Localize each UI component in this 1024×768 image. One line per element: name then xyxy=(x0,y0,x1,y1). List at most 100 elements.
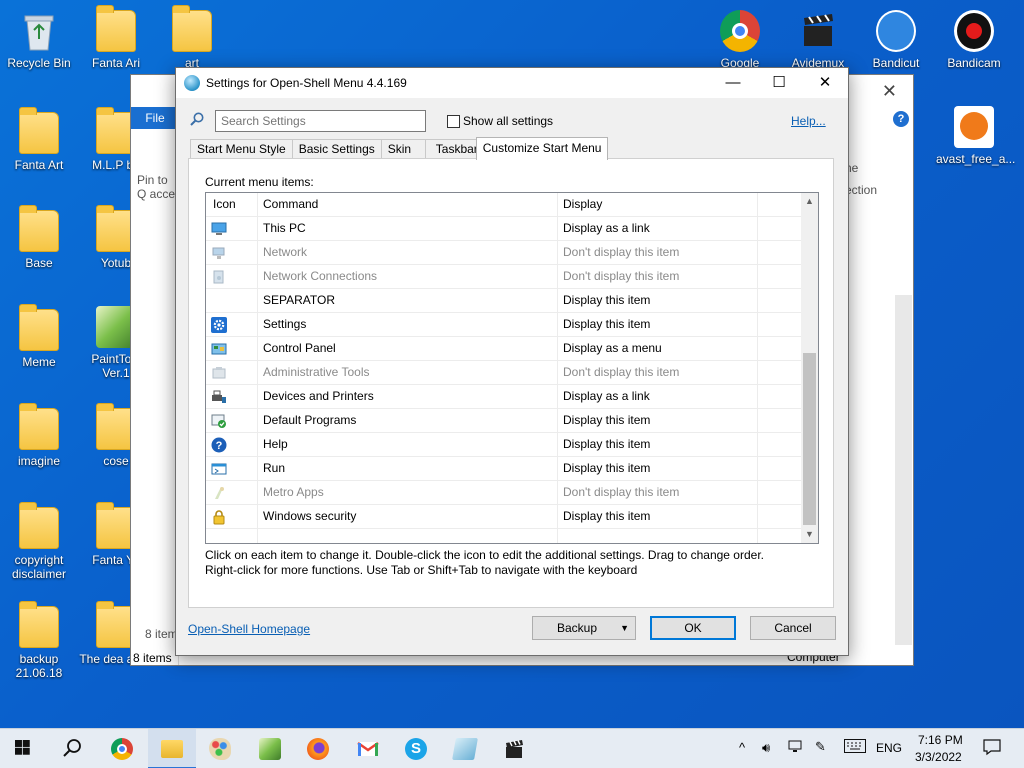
taskbar-skype[interactable]: S xyxy=(392,729,440,768)
list-item[interactable]: Default Programs Display this item xyxy=(206,409,802,433)
close-icon[interactable]: ✕ xyxy=(882,81,897,102)
list-item[interactable]: Windows security Display this item xyxy=(206,505,802,529)
list-item[interactable]: Administrative Tools Don't display this … xyxy=(206,361,802,385)
list-item[interactable]: Network Connections Don't display this i… xyxy=(206,265,802,289)
list-item[interactable] xyxy=(206,529,802,543)
menu-items-list[interactable]: Icon Command Display This PC Display as … xyxy=(205,192,819,544)
folder-icon xyxy=(19,205,59,252)
scroll-down-icon[interactable]: ▼ xyxy=(801,526,818,543)
control-panel-icon xyxy=(211,343,227,355)
clock-date[interactable]: 3/3/2022 xyxy=(915,750,962,764)
row-command xyxy=(258,529,558,543)
tab-start-menu-style[interactable]: Start Menu Style xyxy=(190,139,293,159)
firefox-icon xyxy=(307,738,329,760)
column-header-command[interactable]: Command xyxy=(258,193,558,217)
desktop-icon-label: Fanta Ari xyxy=(91,56,141,70)
volume-icon[interactable]: 🔊︎ xyxy=(762,740,770,756)
list-item[interactable]: Devices and Printers Display as a link xyxy=(206,385,802,409)
taskbar-painttool[interactable] xyxy=(246,729,294,768)
taskbar-app[interactable] xyxy=(441,729,489,768)
cancel-button[interactable]: Cancel xyxy=(750,616,836,640)
clock-time[interactable]: 7:16 PM xyxy=(918,733,963,747)
desktop-icon-recycle-bin[interactable]: Recycle Bin xyxy=(1,10,77,70)
column-header-display[interactable]: Display xyxy=(558,193,758,217)
taskbar-file-explorer[interactable] xyxy=(148,729,196,768)
desktop-icon-art[interactable]: art xyxy=(154,5,230,70)
navigation-pane xyxy=(131,215,179,665)
list-item[interactable]: Metro Apps Don't display this item xyxy=(206,481,802,505)
keyboard-icon[interactable] xyxy=(844,739,866,756)
desktop-icon-avidemux[interactable]: Avidemux xyxy=(780,10,856,70)
list-item[interactable]: This PC Display as a link xyxy=(206,217,802,241)
desktop-icon-imagine[interactable]: imagine xyxy=(1,403,77,468)
desktop-icon-copyright[interactable]: copyright disclaimer xyxy=(1,502,77,581)
tab-skin[interactable]: Skin xyxy=(380,139,426,159)
column-header-icon[interactable]: Icon xyxy=(206,193,258,217)
tab-customize-start-menu[interactable]: Customize Start Menu xyxy=(475,137,609,160)
minimize-button[interactable]: — xyxy=(710,68,756,98)
desktop-icon-label: Bandicam xyxy=(947,56,1001,70)
scrollbar[interactable] xyxy=(895,295,912,645)
row-display: Display this item xyxy=(558,409,758,433)
start-button[interactable] xyxy=(0,729,48,768)
maximize-button[interactable]: ☐ xyxy=(756,68,802,98)
show-hidden-icons[interactable]: ^ xyxy=(739,740,745,755)
row-icon-cell xyxy=(206,385,258,409)
backup-button[interactable]: Backup ▼ xyxy=(532,616,636,640)
notifications-icon[interactable] xyxy=(983,738,1001,759)
list-scrollbar[interactable]: ▲ ▼ xyxy=(801,193,818,543)
status-bar-count: 8 items xyxy=(133,651,172,665)
list-item[interactable]: SEPARATOR Display this item xyxy=(206,289,802,313)
desktop-icon-backup[interactable]: backup 21.06.18 xyxy=(1,601,77,680)
open-shell-homepage-link[interactable]: Open-Shell Homepage xyxy=(188,622,310,636)
desktop-icon-fanta-ari[interactable]: Fanta Ari xyxy=(78,5,154,70)
row-command: Network xyxy=(258,241,558,265)
language-indicator[interactable]: ENG xyxy=(876,741,902,755)
list-item[interactable]: ? Help Display this item xyxy=(206,433,802,457)
taskbar-search-button[interactable] xyxy=(48,729,96,768)
taskbar-firefox[interactable] xyxy=(294,729,342,768)
desktop-icon-base[interactable]: Base xyxy=(1,205,77,270)
title-bar[interactable]: Settings for Open-Shell Menu 4.4.169 — ☐… xyxy=(176,68,848,98)
row-display: Display this item xyxy=(558,457,758,481)
network-icon[interactable] xyxy=(788,739,804,758)
desktop-icon-bandicam[interactable]: Bandicam xyxy=(936,10,1012,70)
printer-icon xyxy=(212,390,226,403)
desktop-icon-meme[interactable]: Meme xyxy=(1,304,77,369)
list-item[interactable]: Run Display this item xyxy=(206,457,802,481)
taskbar-avidemux[interactable] xyxy=(490,729,538,768)
tab-basic-settings[interactable]: Basic Settings xyxy=(291,139,382,159)
taskbar-gmail[interactable] xyxy=(344,729,392,768)
palette-icon xyxy=(209,738,231,760)
help-link[interactable]: Help... xyxy=(791,114,826,128)
desktop-icon-bandicut[interactable]: Bandicut xyxy=(858,10,934,70)
scroll-up-icon[interactable]: ▲ xyxy=(801,193,818,210)
list-item[interactable]: Control Panel Display as a menu xyxy=(206,337,802,361)
row-icon-cell xyxy=(206,289,258,313)
desktop-icon-fanta-art[interactable]: Fanta Art xyxy=(1,107,77,172)
search-input[interactable] xyxy=(215,110,426,132)
instructions-line-2: Right-click for more functions. Use Tab … xyxy=(205,563,638,577)
row-display: Don't display this item xyxy=(558,361,758,385)
ok-button[interactable]: OK xyxy=(650,616,736,640)
list-item[interactable]: Settings Display this item xyxy=(206,313,802,337)
tab-taskbar[interactable]: Taskbar xyxy=(424,139,478,159)
list-item[interactable]: Network Don't display this item xyxy=(206,241,802,265)
row-display: Display as a link xyxy=(558,385,758,409)
scrollbar-thumb[interactable] xyxy=(803,353,816,525)
close-button[interactable]: ✕ xyxy=(802,68,848,98)
taskbar-paint[interactable] xyxy=(196,729,244,768)
chrome-icon xyxy=(720,10,760,52)
desktop-icon-avast[interactable]: avast_free_a... xyxy=(936,106,1015,166)
help-icon[interactable]: ? xyxy=(893,111,909,127)
show-all-settings-checkbox[interactable] xyxy=(447,115,460,128)
pen-icon[interactable]: ✎ xyxy=(815,739,826,755)
taskbar-chrome[interactable] xyxy=(98,729,146,768)
row-display: Display this item xyxy=(558,313,758,337)
row-command: This PC xyxy=(258,217,558,241)
desktop-icon-google[interactable]: Google xyxy=(702,10,778,70)
file-tab[interactable]: File xyxy=(131,107,179,129)
row-icon-cell xyxy=(206,313,258,337)
desktop-icon-label: cose xyxy=(103,454,129,468)
row-display: Don't display this item xyxy=(558,241,758,265)
